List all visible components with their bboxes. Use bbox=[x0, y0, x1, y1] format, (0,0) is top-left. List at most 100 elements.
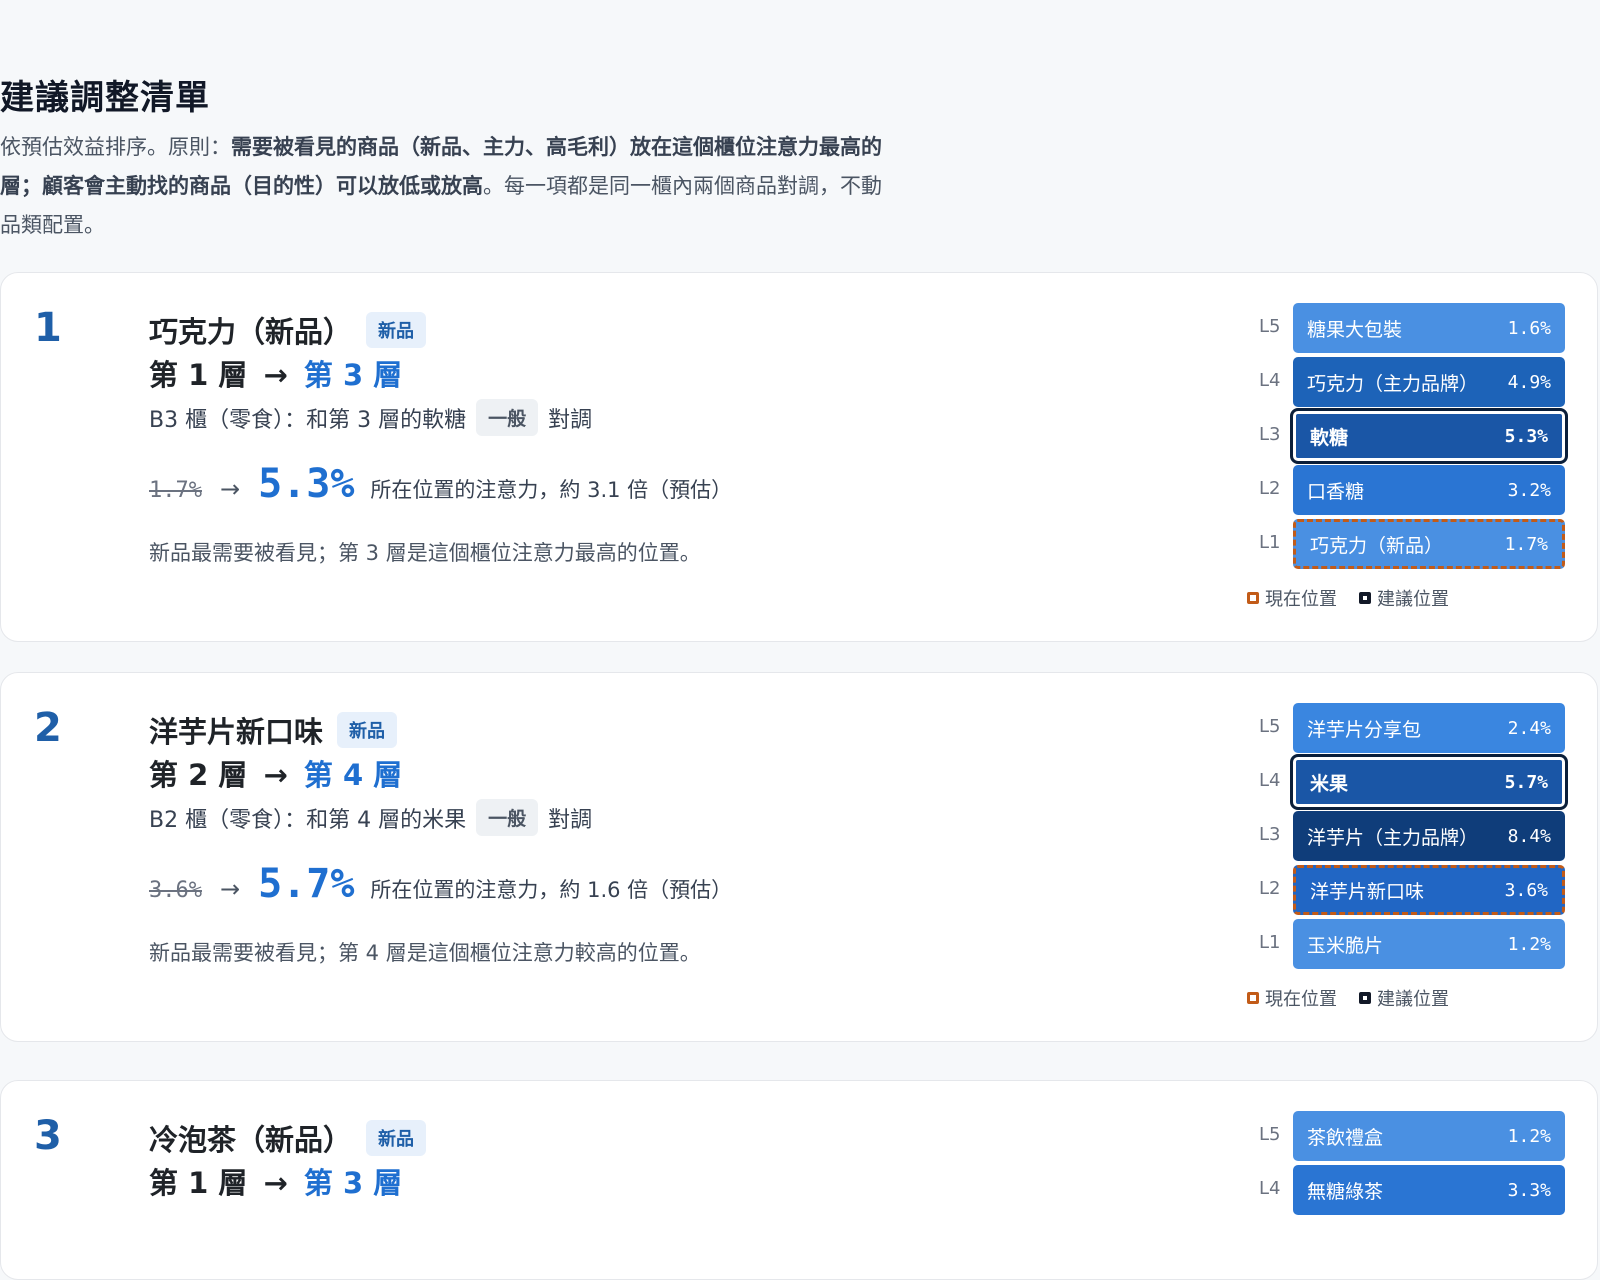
page: 建議調整清單 依預估效益排序。原則：需要被看見的商品（新品、主力、高毛利）放在這… bbox=[0, 0, 1600, 1280]
slot-product-name: 糖果大包裝 bbox=[1307, 318, 1403, 341]
shelf-slot[interactable]: 茶飲禮盒 1.2% bbox=[1293, 1111, 1565, 1161]
slot-attention-pct: 1.2% bbox=[1507, 933, 1551, 955]
swap-description: B3 櫃（零食）：和第 3 層的軟糖 一般 對調 bbox=[149, 399, 592, 436]
legend-current-label: 現在位置 bbox=[1265, 989, 1337, 1010]
shelf-level-row[interactable]: L3 洋芋片（主力品牌） 8.4% bbox=[1251, 811, 1571, 861]
slot-product-name: 米果 bbox=[1310, 772, 1349, 795]
old-attention: 1.7% bbox=[149, 478, 202, 503]
shelf-level-label: L2 bbox=[1259, 878, 1281, 899]
arrow-right-icon: → bbox=[219, 875, 241, 903]
slot-attention-pct: 5.7% bbox=[1504, 771, 1548, 793]
product-line: 洋芋片新口味 新品 bbox=[149, 709, 398, 751]
legend-suggested: 建議位置 bbox=[1359, 985, 1449, 1011]
attention-note: 所在位置的注意力，約 3.1 倍（預估） bbox=[370, 478, 733, 502]
shelf-slot[interactable]: 洋芋片（主力品牌） 8.4% bbox=[1293, 811, 1565, 861]
shelf-slot[interactable]: 口香糖 3.2% bbox=[1293, 465, 1565, 515]
new-badge: 新品 bbox=[337, 712, 398, 748]
level-move: 第 1 層 → 第 3 層 bbox=[149, 1160, 402, 1202]
product-name: 洋芋片新口味 bbox=[149, 715, 324, 749]
level-move: 第 1 層 → 第 3 層 bbox=[149, 352, 402, 394]
shelf-level-row[interactable]: L5 洋芋片分享包 2.4% bbox=[1251, 703, 1571, 753]
slot-product-name: 無糖綠茶 bbox=[1307, 1180, 1384, 1203]
rank-number: 3 bbox=[34, 1113, 62, 1159]
shelf-level-label: L5 bbox=[1259, 1124, 1281, 1145]
slot-product-name: 洋芋片（主力品牌） bbox=[1307, 826, 1479, 849]
legend-current-swatch bbox=[1247, 992, 1259, 1004]
slot-attention-pct: 2.4% bbox=[1507, 717, 1551, 739]
shelf-level-label: L1 bbox=[1259, 932, 1281, 953]
slot-attention-pct: 3.2% bbox=[1507, 479, 1551, 501]
legend-suggested-swatch bbox=[1359, 592, 1371, 604]
attention-note: 所在位置的注意力，約 1.6 倍（預估） bbox=[370, 878, 733, 902]
shelf-level-label: L3 bbox=[1259, 424, 1281, 445]
shelf-level-row[interactable]: L2 口香糖 3.2% bbox=[1251, 465, 1571, 515]
swap-type-tag: 一般 bbox=[476, 399, 539, 436]
suggestion-card-2[interactable]: 2 洋芋片新口味 新品 第 2 層 → 第 4 層 B2 櫃（零食）：和第 4 … bbox=[0, 672, 1598, 1042]
shelf-slot[interactable]: 玉米脆片 1.2% bbox=[1293, 919, 1565, 969]
shelf-level-label: L4 bbox=[1259, 770, 1281, 791]
legend-suggested-label: 建議位置 bbox=[1377, 989, 1449, 1010]
suggestion-card-3[interactable]: 3 冷泡茶（新品） 新品 第 1 層 → 第 3 層 L5 茶飲禮盒 1.2% L4 無… bbox=[0, 1080, 1598, 1280]
arrow-right-icon: → bbox=[219, 475, 241, 503]
move-from: 第 2 層 bbox=[149, 758, 248, 792]
suggestion-card-1[interactable]: 1 巧克力（新品） 新品 第 1 層 → 第 3 層 B3 櫃（零食）：和第 3… bbox=[0, 272, 1598, 642]
shelf-slot-current[interactable]: 巧克力（新品） 1.7% bbox=[1293, 519, 1565, 569]
slot-product-name: 口香糖 bbox=[1307, 480, 1365, 503]
legend-current: 現在位置 bbox=[1247, 585, 1337, 611]
shelf-legend: 現在位置 建議位置 bbox=[1247, 585, 1471, 611]
shelf-level-label: L5 bbox=[1259, 716, 1281, 737]
move-to: 第 4 層 bbox=[303, 758, 403, 792]
new-badge: 新品 bbox=[366, 312, 427, 348]
move-from: 第 1 層 bbox=[149, 1166, 248, 1200]
page-title: 建議調整清單 bbox=[0, 78, 210, 118]
shelf-level-label: L5 bbox=[1259, 316, 1281, 337]
attention-metric: 3.6% → 5.7% 所在位置的注意力，約 1.6 倍（預估） bbox=[149, 861, 732, 907]
legend-suggested-label: 建議位置 bbox=[1377, 589, 1449, 610]
shelf-level-row[interactable]: L4 巧克力（主力品牌） 4.9% bbox=[1251, 357, 1571, 407]
shelf-slot[interactable]: 糖果大包裝 1.6% bbox=[1293, 303, 1565, 353]
slot-product-name: 茶飲禮盒 bbox=[1307, 1126, 1384, 1149]
move-from: 第 1 層 bbox=[149, 358, 248, 392]
shelf-diagram: L5 洋芋片分享包 2.4% L4 米果 5.7% L3 洋芋片（主力品牌） 8.4% L2 洋芋片… bbox=[1251, 703, 1571, 973]
shelf-slot[interactable]: 洋芋片分享包 2.4% bbox=[1293, 703, 1565, 753]
product-name: 冷泡茶（新品） bbox=[149, 1123, 353, 1157]
shelf-level-row[interactable]: L5 茶飲禮盒 1.2% bbox=[1251, 1111, 1571, 1161]
slot-product-name: 巧克力（主力品牌） bbox=[1307, 372, 1479, 395]
shelf-level-row[interactable]: L4 無糖綠茶 3.3% bbox=[1251, 1165, 1571, 1215]
slot-attention-pct: 1.7% bbox=[1504, 533, 1548, 555]
product-line: 冷泡茶（新品） 新品 bbox=[149, 1117, 427, 1159]
shelf-level-row[interactable]: L2 洋芋片新口味 3.6% bbox=[1251, 865, 1571, 915]
move-to: 第 3 層 bbox=[303, 358, 403, 392]
shelf-level-row[interactable]: L1 玉米脆片 1.2% bbox=[1251, 919, 1571, 969]
legend-current-swatch bbox=[1247, 592, 1259, 604]
rank-number: 2 bbox=[34, 705, 62, 751]
legend-current: 現在位置 bbox=[1247, 985, 1337, 1011]
shelf-diagram: L5 糖果大包裝 1.6% L4 巧克力（主力品牌） 4.9% L3 軟糖 5.3% L2 口香糖 3… bbox=[1251, 303, 1571, 573]
reason-text: 新品最需要被看見；第 3 層是這個櫃位注意力最高的位置。 bbox=[149, 541, 701, 565]
old-attention: 3.6% bbox=[149, 878, 202, 903]
legend-suggested-swatch bbox=[1359, 992, 1371, 1004]
slot-attention-pct: 3.3% bbox=[1507, 1179, 1551, 1201]
slot-attention-pct: 1.2% bbox=[1507, 1125, 1551, 1147]
swap-description: B2 櫃（零食）：和第 4 層的米果 一般 對調 bbox=[149, 799, 592, 836]
shelf-level-label: L3 bbox=[1259, 824, 1281, 845]
swap-text: B2 櫃（零食）：和第 4 層的米果 bbox=[149, 807, 467, 833]
level-move: 第 2 層 → 第 4 層 bbox=[149, 752, 402, 794]
slot-attention-pct: 1.6% bbox=[1507, 317, 1551, 339]
slot-attention-pct: 3.6% bbox=[1504, 879, 1548, 901]
legend-suggested: 建議位置 bbox=[1359, 585, 1449, 611]
shelf-slot-suggested[interactable]: 軟糖 5.3% bbox=[1290, 408, 1568, 464]
shelf-legend: 現在位置 建議位置 bbox=[1247, 985, 1471, 1011]
swap-text-end: 對調 bbox=[548, 807, 593, 833]
shelf-slot[interactable]: 無糖綠茶 3.3% bbox=[1293, 1165, 1565, 1215]
shelf-level-row[interactable]: L5 糖果大包裝 1.6% bbox=[1251, 303, 1571, 353]
shelf-slot[interactable]: 巧克力（主力品牌） 4.9% bbox=[1293, 357, 1565, 407]
slot-product-name: 玉米脆片 bbox=[1307, 934, 1384, 957]
slot-attention-pct: 4.9% bbox=[1507, 371, 1551, 393]
shelf-level-row[interactable]: L1 巧克力（新品） 1.7% bbox=[1251, 519, 1571, 569]
shelf-slot-suggested[interactable]: 米果 5.7% bbox=[1290, 754, 1568, 810]
shelf-level-row[interactable]: L4 米果 5.7% bbox=[1251, 754, 1571, 810]
shelf-slot-current[interactable]: 洋芋片新口味 3.6% bbox=[1293, 865, 1565, 915]
new-attention: 5.7% bbox=[258, 861, 355, 907]
shelf-level-row[interactable]: L3 軟糖 5.3% bbox=[1251, 408, 1571, 464]
